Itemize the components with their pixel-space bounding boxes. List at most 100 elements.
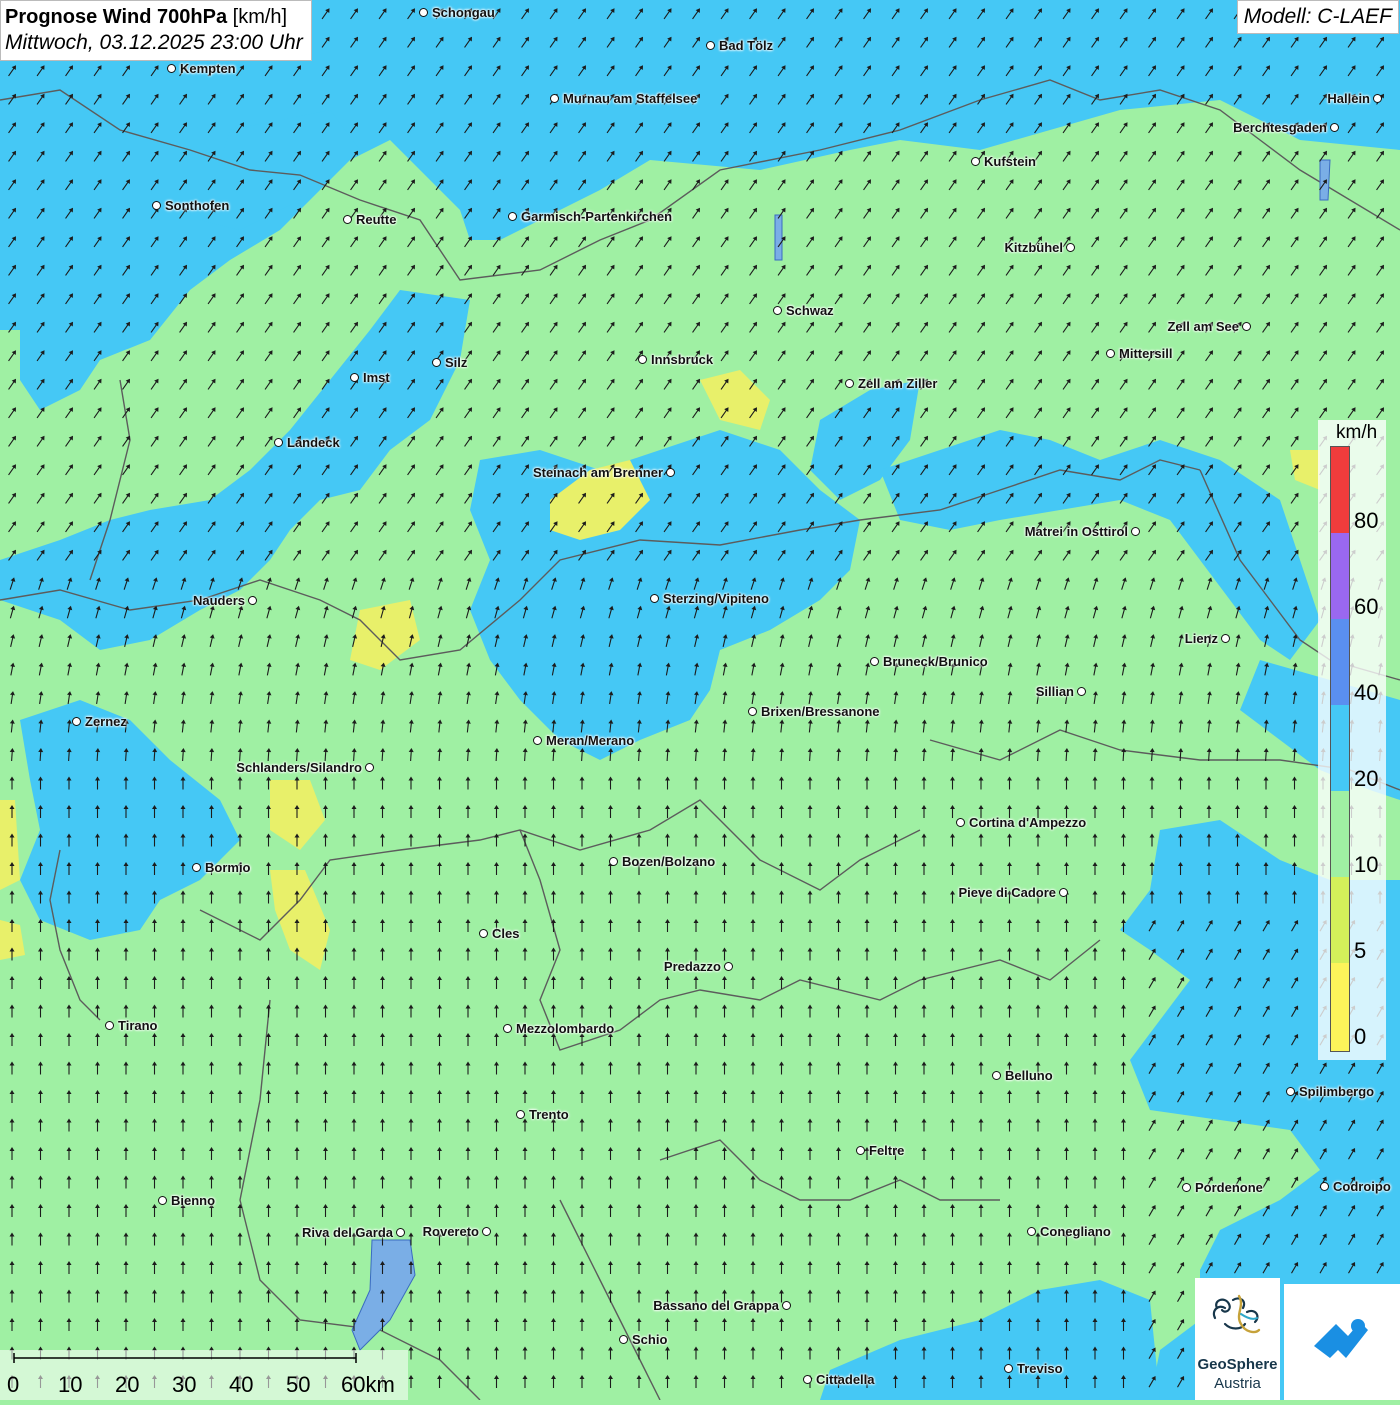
place-marker (508, 212, 517, 221)
place-marker (1077, 687, 1086, 696)
place-label: Bruneck/Brunico (883, 654, 988, 669)
place-marker (1027, 1227, 1036, 1236)
place-marker (105, 1021, 114, 1030)
place-marker (158, 1196, 167, 1205)
place-marker (870, 657, 879, 666)
place-marker (609, 857, 618, 866)
place-label: Pordenone (1195, 1180, 1263, 1195)
place-label: Schongau (432, 5, 495, 20)
place-label: Kitzbühel (1004, 240, 1064, 255)
place-marker (1106, 349, 1115, 358)
legend-segment-20 (1331, 705, 1349, 791)
place-marker (1221, 634, 1230, 643)
logos: GeoSphere Austria (1195, 1278, 1400, 1400)
place-marker (1004, 1364, 1013, 1373)
place-marker (1286, 1087, 1295, 1096)
legend-segment-40 (1331, 619, 1349, 705)
place-marker (748, 707, 757, 716)
place-label: Bienno (171, 1193, 216, 1208)
place-marker (72, 717, 81, 726)
legend-label-10: 10 (1354, 852, 1379, 877)
legend-segment-60 (1331, 533, 1349, 619)
legend-label-80: 80 (1354, 508, 1379, 533)
app-logo[interactable] (1284, 1284, 1400, 1400)
place-label: Bormio (205, 860, 251, 875)
place-label: Bassano del Grappa (653, 1298, 779, 1313)
place-marker (482, 1227, 491, 1236)
place-label: Landeck (287, 435, 340, 450)
scale-tick-10: 10 (58, 1372, 83, 1397)
place-label: Rovereto (422, 1224, 479, 1239)
legend-unit: km/h (1336, 422, 1378, 443)
place-label: Zell am See (1167, 319, 1239, 334)
place-marker (365, 763, 374, 772)
place-marker (1066, 243, 1075, 252)
place-marker (782, 1301, 791, 1310)
color-legend: km/h 80 60 40 20 10 5 0 (1318, 420, 1386, 1060)
place-marker (638, 355, 647, 364)
place-label: Schio (632, 1332, 668, 1347)
place-label: Conegliano (1040, 1224, 1111, 1239)
place-label: Belluno (1005, 1068, 1053, 1083)
place-marker (650, 594, 659, 603)
place-marker (350, 373, 359, 382)
place-marker (619, 1335, 628, 1344)
place-label: Treviso (1017, 1361, 1063, 1376)
place-marker (550, 94, 559, 103)
geosphere-swirl-icon (1212, 1294, 1261, 1334)
place-marker (992, 1071, 1001, 1080)
place-marker (1131, 527, 1140, 536)
place-label: Cittadella (816, 1372, 875, 1387)
scale-bar: 0 10 20 30 40 50 60km (0, 1350, 408, 1400)
place-label: Spilimbergo (1299, 1084, 1375, 1099)
place-label: Innsbruck (651, 352, 714, 367)
place-marker (773, 306, 782, 315)
place-label: Matrei in Osttirol (1024, 524, 1128, 539)
place-label: Steinach am Brenner (532, 465, 663, 480)
scale-tick-30: 30 (172, 1372, 197, 1397)
place-label: Kufstein (984, 154, 1036, 169)
place-marker (432, 358, 441, 367)
place-marker (1373, 94, 1382, 103)
place-label: Feltre (869, 1143, 905, 1158)
place-label: Murnau am Staffelsee (563, 91, 698, 106)
place-label: Brixen/Bressanone (761, 704, 880, 719)
place-label: Schlanders/Silandro (236, 760, 362, 775)
place-marker (1320, 1182, 1329, 1191)
place-marker (956, 818, 965, 827)
map-title: Prognose Wind 700hPa [km/h] (5, 6, 288, 28)
place-label: Zernez (85, 714, 127, 729)
place-marker (856, 1146, 865, 1155)
place-marker (724, 962, 733, 971)
legend-segment-10 (1331, 791, 1349, 877)
place-marker (248, 596, 257, 605)
mountain-cloud-icon (1314, 1319, 1368, 1358)
place-marker (845, 379, 854, 388)
place-marker (396, 1228, 405, 1237)
place-label: Bozen/Bolzano (622, 854, 716, 869)
place-label: Schwaz (786, 303, 834, 318)
place-label: Imst (363, 370, 390, 385)
place-label: Lienz (1184, 631, 1218, 646)
place-marker (533, 736, 542, 745)
scale-tick-0: 0 (7, 1372, 20, 1397)
place-label: Predazzo (663, 959, 721, 974)
scale-bar-line (13, 1353, 357, 1363)
place-marker (167, 64, 176, 73)
legend-label-40: 40 (1354, 680, 1379, 705)
legend-label-0: 0 (1354, 1024, 1367, 1049)
place-label: Hallein (1327, 91, 1370, 106)
legend-segment-5 (1331, 877, 1349, 963)
place-marker (274, 438, 283, 447)
place-label: Riva del Garda (301, 1225, 393, 1240)
place-marker (1182, 1183, 1191, 1192)
geosphere-country: Austria (1214, 1375, 1261, 1392)
geosphere-name: GeoSphere (1197, 1356, 1278, 1373)
place-label: Cles (492, 926, 520, 941)
geosphere-logo[interactable]: GeoSphere Austria (1195, 1278, 1280, 1400)
place-label: Tirano (118, 1018, 158, 1033)
legend-segment-0 (1331, 963, 1349, 1051)
legend-label-20: 20 (1354, 766, 1379, 791)
scale-tick-50: 50 (286, 1372, 311, 1397)
place-marker (479, 929, 488, 938)
